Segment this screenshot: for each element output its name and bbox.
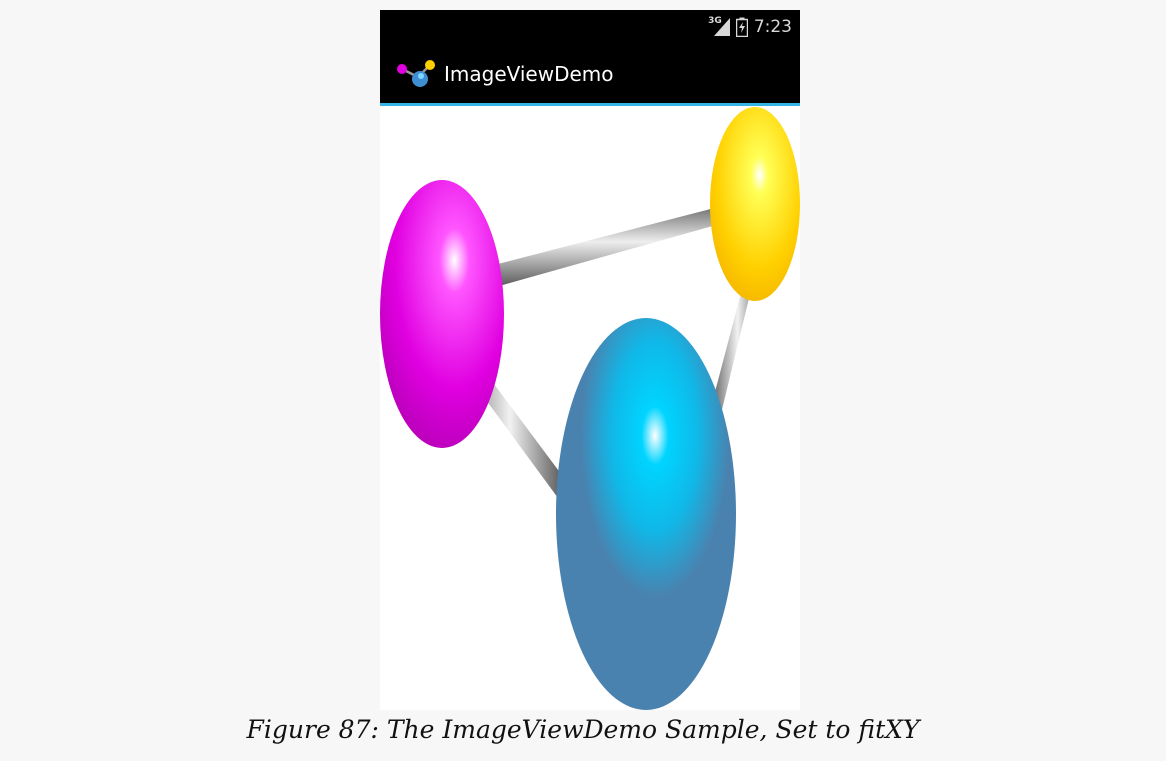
app-title: ImageViewDemo bbox=[444, 62, 614, 86]
magenta-atom bbox=[380, 180, 504, 448]
molecule-image bbox=[380, 107, 800, 710]
figure-caption: Figure 87: The ImageViewDemo Sample, Set… bbox=[246, 715, 920, 744]
phone-screen: 3G 7:23 ImageViewDemo bbox=[380, 10, 800, 710]
battery-icon bbox=[735, 17, 748, 37]
signal-icon bbox=[713, 18, 730, 36]
blue-atom bbox=[556, 318, 736, 710]
clock: 7:23 bbox=[753, 17, 792, 37]
yellow-atom bbox=[710, 107, 800, 301]
image-view-content bbox=[380, 106, 800, 710]
molecule-icon[interactable] bbox=[396, 59, 438, 89]
status-bar: 3G 7:23 bbox=[380, 10, 800, 44]
status-icons: 3G 7:23 bbox=[708, 10, 792, 44]
action-bar: ImageViewDemo bbox=[380, 44, 800, 103]
